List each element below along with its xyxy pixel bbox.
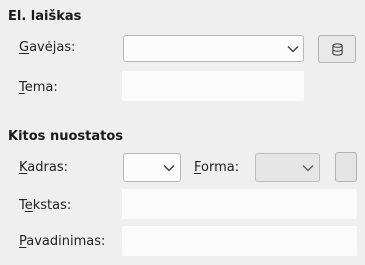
chevron-down-icon[interactable] — [287, 45, 299, 53]
subject-input[interactable] — [122, 71, 304, 101]
recipient-combobox[interactable] — [123, 35, 304, 62]
chevron-down-icon[interactable] — [163, 164, 175, 172]
frame-combobox[interactable] — [123, 153, 181, 182]
database-icon — [332, 43, 343, 56]
frame-label: Kadras: — [19, 160, 68, 175]
other-settings-heading: Kitos nuostatos — [8, 129, 123, 144]
subject-label: Tema: — [19, 80, 58, 95]
chevron-down-icon[interactable] — [302, 164, 314, 172]
text-input[interactable] — [122, 189, 357, 219]
text-label: Tekstas: — [19, 198, 72, 213]
recipient-label: Gavėjas: — [19, 40, 76, 55]
form-label: Forma: — [194, 160, 240, 175]
name-input[interactable] — [122, 226, 357, 256]
form-combobox[interactable] — [255, 153, 320, 182]
email-section-heading: El. laiškas — [8, 9, 82, 24]
name-label: Pavadinimas: — [19, 234, 106, 249]
form-side-button[interactable] — [335, 152, 357, 182]
address-book-button[interactable] — [318, 35, 356, 63]
